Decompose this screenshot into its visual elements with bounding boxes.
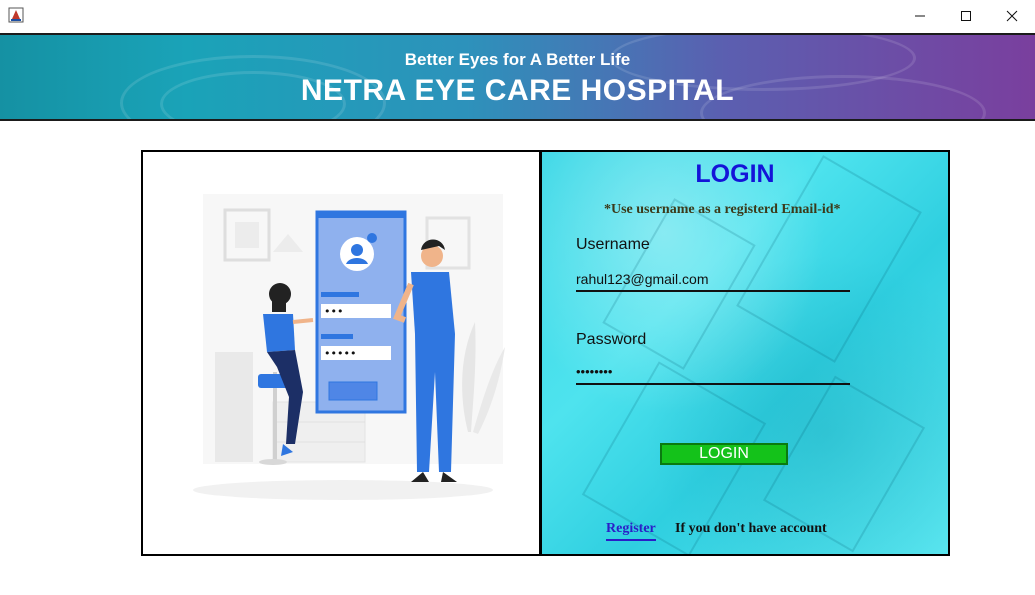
close-button[interactable]: [989, 0, 1035, 32]
login-hint: *Use username as a registerd Email-id*: [604, 202, 841, 217]
username-label: Username: [576, 236, 650, 253]
login-illustration: ••• •••••: [193, 194, 505, 500]
username-field[interactable]: rahul123@gmail.com: [576, 268, 850, 292]
login-title: LOGIN: [695, 160, 775, 188]
register-link[interactable]: Register: [606, 521, 656, 541]
hospital-banner: Better Eyes for A Better Life NETRA EYE …: [0, 33, 1035, 121]
minimize-icon: [915, 15, 925, 17]
maximize-button[interactable]: [943, 0, 989, 32]
illustration-dots-1: •••: [324, 305, 343, 318]
hospital-name: NETRA EYE CARE HOSPITAL: [300, 74, 735, 107]
close-icon: [1006, 10, 1018, 22]
password-field[interactable]: ••••••••: [576, 361, 850, 385]
banner-tagline: Better Eyes for A Better Life: [404, 50, 631, 69]
java-app-icon: [8, 7, 24, 23]
window-titlebar: [0, 0, 1035, 32]
minimize-button[interactable]: [897, 0, 943, 32]
illustration-panel: ••• •••••: [141, 150, 541, 556]
login-button[interactable]: LOGIN: [660, 443, 788, 465]
password-label: Password: [576, 331, 647, 348]
illustration-dots-2: •••••: [324, 347, 356, 360]
maximize-icon: [961, 11, 971, 21]
login-panel: LOGIN *Use username as a registerd Email…: [540, 150, 950, 556]
register-note: If you don't have account: [675, 521, 827, 536]
